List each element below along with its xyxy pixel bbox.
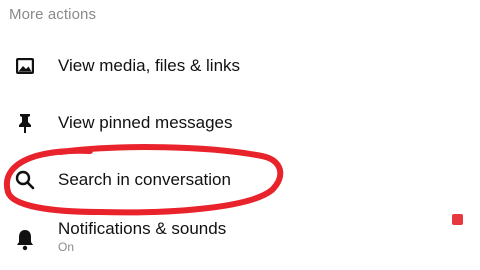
notifications-sounds-item[interactable]: Notifications & sounds On [0, 212, 480, 264]
view-pinned-messages-item[interactable]: View pinned messages [0, 99, 480, 147]
notifications-sounds-label: Notifications & sounds [58, 219, 227, 238]
view-pinned-label: View pinned messages [58, 113, 233, 132]
pin-icon [12, 110, 38, 136]
red-square-indicator [452, 214, 463, 225]
search-icon [12, 167, 38, 193]
bell-icon [12, 226, 38, 252]
section-title: More actions [9, 6, 97, 23]
view-media-files-links-item[interactable]: View media, files & links [0, 42, 480, 90]
view-media-label: View media, files & links [58, 56, 241, 75]
image-icon [12, 53, 38, 79]
search-in-conversation-label: Search in conversation [58, 170, 231, 189]
notifications-status: On [58, 240, 75, 254]
search-in-conversation-item[interactable]: Search in conversation [0, 156, 480, 204]
